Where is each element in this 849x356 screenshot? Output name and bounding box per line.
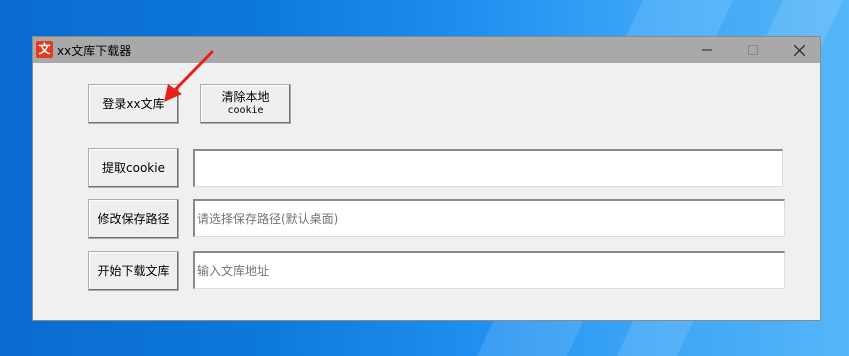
- start-download-label: 开始下载文库: [97, 263, 170, 278]
- cookie-field[interactable]: [193, 149, 783, 187]
- window-title: xx文库下载器: [57, 44, 132, 58]
- login-button-label: 登录xx文库: [102, 96, 165, 111]
- extract-cookie-button[interactable]: 提取cookie: [88, 148, 179, 188]
- start-download-button[interactable]: 开始下载文库: [88, 251, 179, 291]
- clear-cookie-label-line1: 清除本地: [221, 90, 270, 104]
- change-save-path-button[interactable]: 修改保存路径: [88, 199, 179, 239]
- close-button[interactable]: [776, 37, 822, 63]
- maximize-icon: [748, 45, 758, 55]
- clear-cookie-label-line2: cookie: [227, 105, 264, 116]
- app-icon: 文: [36, 41, 53, 58]
- title-bar[interactable]: 文 xx文库下载器: [33, 37, 820, 63]
- change-save-path-label: 修改保存路径: [97, 211, 170, 226]
- minimize-icon: [702, 49, 712, 51]
- app-window: 文 xx文库下载器 登录xx文库 清除本地 cookie 提取cookie 修改…: [32, 36, 821, 321]
- login-button[interactable]: 登录xx文库: [88, 84, 179, 124]
- clear-cookie-button[interactable]: 清除本地 cookie: [200, 84, 291, 124]
- extract-cookie-label: 提取cookie: [102, 160, 165, 175]
- minimize-button[interactable]: [684, 37, 730, 63]
- close-icon: [793, 44, 805, 56]
- maximize-button[interactable]: [730, 37, 776, 63]
- save-path-field[interactable]: [193, 199, 785, 237]
- url-field[interactable]: [193, 251, 785, 289]
